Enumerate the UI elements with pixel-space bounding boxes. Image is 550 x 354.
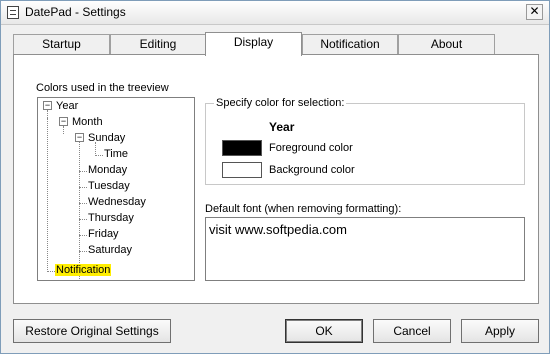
tree-item-notification[interactable]: Notification xyxy=(55,264,112,276)
foreground-color-swatch[interactable] xyxy=(222,140,262,156)
tree-collapse-month-icon[interactable]: − xyxy=(59,117,68,126)
tree-item-wednesday[interactable]: Wednesday xyxy=(88,196,146,208)
default-font-sample-text: visit www.softpedia.com xyxy=(209,222,347,237)
tree-collapse-year-icon[interactable]: − xyxy=(43,101,52,110)
tree-item-saturday[interactable]: Saturday xyxy=(88,244,132,256)
ok-button-label: OK xyxy=(315,324,333,338)
foreground-color-label: Foreground color xyxy=(269,142,353,154)
ok-button[interactable]: OK xyxy=(285,319,363,343)
tree-line xyxy=(79,219,87,220)
cancel-button-label: Cancel xyxy=(393,324,431,338)
tab-editing-label: Editing xyxy=(139,37,177,51)
tree-line xyxy=(79,235,87,236)
tree-item-friday[interactable]: Friday xyxy=(88,228,119,240)
app-notepad-icon xyxy=(7,6,19,19)
tree-line xyxy=(79,251,87,252)
tree-item-sunday[interactable]: Sunday xyxy=(88,132,125,144)
tree-line xyxy=(79,171,87,172)
tree-line xyxy=(95,155,103,156)
window-title: DatePad - Settings xyxy=(25,5,126,19)
tree-item-year[interactable]: Year xyxy=(56,100,78,112)
treeview-colors-label: Colors used in the treeview xyxy=(36,82,169,94)
tree-item-tuesday[interactable]: Tuesday xyxy=(88,180,130,192)
tree-item-month[interactable]: Month xyxy=(72,116,103,128)
tab-editing[interactable]: Editing xyxy=(110,34,206,55)
tab-startup[interactable]: Startup xyxy=(13,34,110,55)
tree-line xyxy=(79,142,80,280)
apply-button[interactable]: Apply xyxy=(461,319,539,343)
tree-line xyxy=(63,126,64,134)
tab-about[interactable]: About xyxy=(398,34,495,55)
background-color-swatch[interactable] xyxy=(222,162,262,178)
tab-display-label: Display xyxy=(233,35,274,49)
restore-settings-button[interactable]: Restore Original Settings xyxy=(13,319,171,343)
treeview[interactable]: − Year − Month − Sunday Time Monday Tues… xyxy=(37,97,195,281)
default-font-label: Default font (when removing formatting): xyxy=(205,203,402,215)
tab-bar: Startup Editing Display Notification Abo… xyxy=(13,32,539,56)
restore-settings-button-label: Restore Original Settings xyxy=(25,324,159,338)
tree-item-time[interactable]: Time xyxy=(104,148,128,160)
tree-line xyxy=(79,203,87,204)
background-color-label: Background color xyxy=(269,164,355,176)
default-font-preview[interactable]: visit www.softpedia.com xyxy=(205,217,525,281)
tree-line xyxy=(47,110,48,118)
tree-collapse-sunday-icon[interactable]: − xyxy=(75,133,84,142)
selected-item-label: Year xyxy=(269,120,295,134)
tab-about-label: About xyxy=(430,37,463,51)
title-bar: DatePad - Settings ✕ xyxy=(1,1,549,25)
tree-line xyxy=(47,118,48,272)
tree-item-thursday[interactable]: Thursday xyxy=(88,212,134,224)
settings-window: DatePad - Settings ✕ Startup Editing Dis… xyxy=(0,0,550,354)
tree-line xyxy=(79,187,87,188)
tab-notification[interactable]: Notification xyxy=(302,34,398,55)
tree-line xyxy=(95,142,96,156)
tab-startup-label: Startup xyxy=(42,37,81,51)
tab-display[interactable]: Display xyxy=(205,32,302,56)
selection-color-legend: Specify color for selection: xyxy=(214,97,347,109)
apply-button-label: Apply xyxy=(484,324,516,338)
selection-color-group: Specify color for selection: Year Foregr… xyxy=(205,97,525,185)
cancel-button[interactable]: Cancel xyxy=(373,319,451,343)
tab-notification-label: Notification xyxy=(320,37,380,51)
display-tab-panel: Colors used in the treeview − Year − Mon… xyxy=(13,54,539,304)
tree-line xyxy=(47,271,55,272)
close-button[interactable]: ✕ xyxy=(526,4,543,20)
tree-item-monday[interactable]: Monday xyxy=(88,164,127,176)
